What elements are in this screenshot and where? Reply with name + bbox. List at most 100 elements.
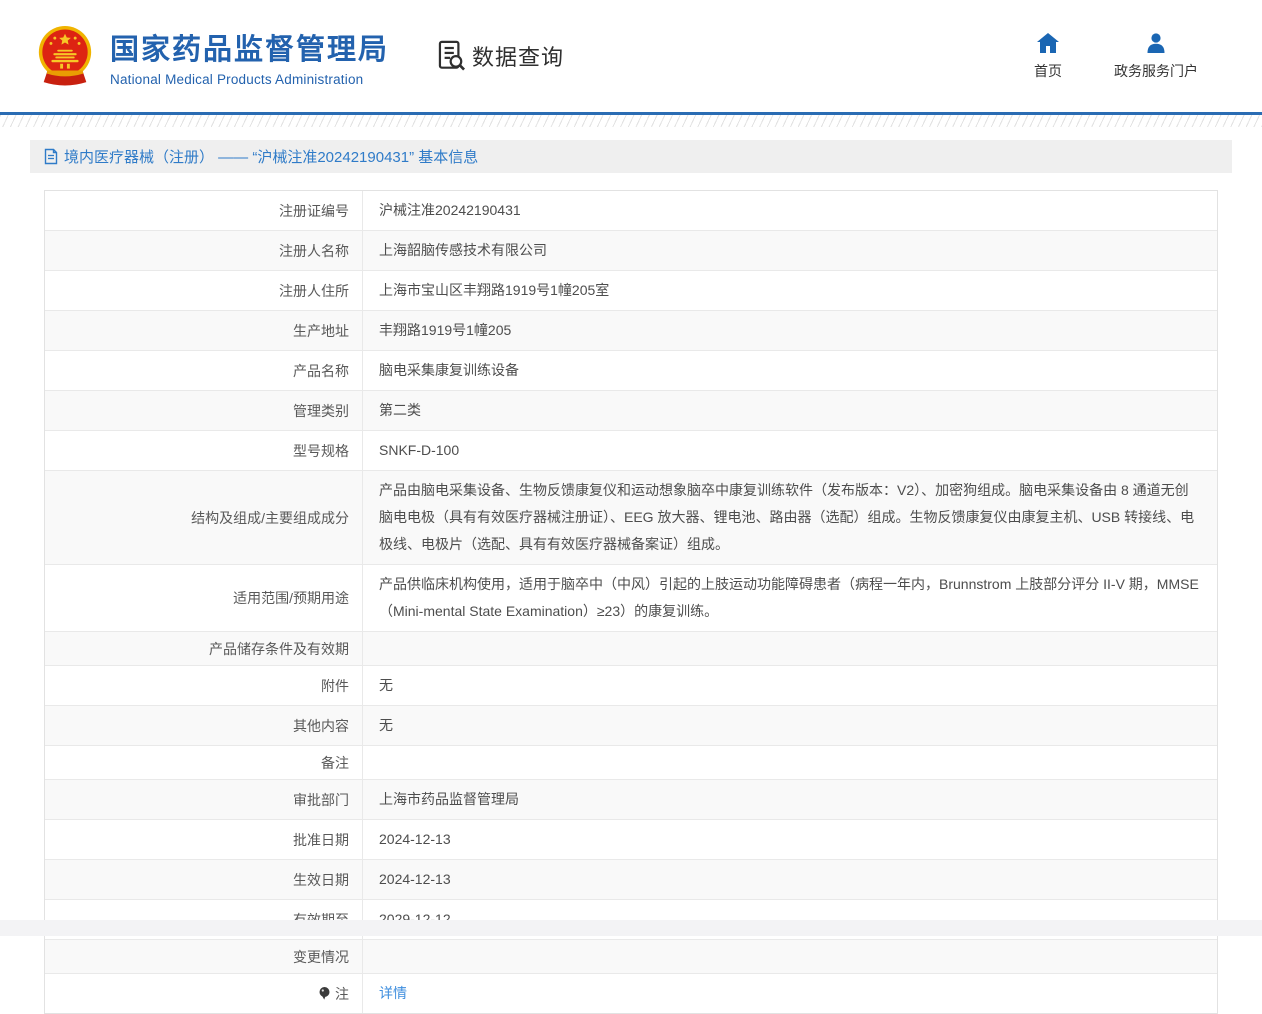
table-row: 批准日期 2024-12-13 (45, 819, 1217, 859)
nav-gov-portal-label: 政务服务门户 (1114, 61, 1198, 81)
detail-link[interactable]: 详情 (379, 980, 407, 1007)
table-row: 注册人名称 上海韶脑传感技术有限公司 (45, 230, 1217, 270)
data-query-label: 数据查询 (472, 40, 564, 72)
row-label-text: 管理类别 (293, 401, 349, 421)
user-icon (1145, 32, 1167, 54)
row-value-text: 产品由脑电采集设备、生物反馈康复仪和运动想象脑卒中康复训练软件（发布版本：V2）… (379, 477, 1201, 558)
row-label-text: 批准日期 (293, 830, 349, 850)
table-row: 产品名称 脑电采集康复训练设备 (45, 350, 1217, 390)
row-label-text: 结构及组成/主要组成成分 (191, 508, 349, 528)
row-label-text: 附件 (321, 676, 349, 696)
registration-info-table: 注册证编号沪械注准20242190431注册人名称上海韶脑传感技术有限公司注册人… (44, 190, 1218, 1014)
table-row: 型号规格 SNKF-D-100 (45, 430, 1217, 470)
row-value-text: 沪械注准20242190431 (379, 197, 521, 224)
table-row: 其他内容 无 (45, 705, 1217, 745)
row-value: 上海市宝山区丰翔路1919号1幢205室 (363, 271, 1217, 310)
row-value-text: 产品供临床机构使用，适用于脑卒中（中风）引起的上肢运动功能障碍患者（病程一年内，… (379, 571, 1201, 625)
table-row: 审批部门 上海市药品监督管理局 (45, 779, 1217, 819)
table-row: 注册人住所 上海市宝山区丰翔路1919号1幢205室 (45, 270, 1217, 310)
row-label: 注 (45, 974, 363, 1013)
row-value: 无 (363, 666, 1217, 705)
row-value: 详情 (363, 974, 1217, 1013)
row-value: 无 (363, 706, 1217, 745)
row-label: 变更情况 (45, 940, 363, 973)
row-label: 管理类别 (45, 391, 363, 430)
row-value: SNKF-D-100 (363, 431, 1217, 470)
row-value: 第二类 (363, 391, 1217, 430)
row-label-text: 型号规格 (293, 441, 349, 461)
row-value-text: 上海韶脑传感技术有限公司 (379, 237, 547, 264)
nav-home[interactable]: 首页 (1034, 32, 1062, 81)
row-value: 丰翔路1919号1幢205 (363, 311, 1217, 350)
row-label-text: 产品储存条件及有效期 (209, 639, 349, 659)
row-label: 注册证编号 (45, 191, 363, 230)
row-label: 审批部门 (45, 780, 363, 819)
row-label: 注册人名称 (45, 231, 363, 270)
row-label-text: 备注 (321, 753, 349, 773)
row-label-text: 其他内容 (293, 716, 349, 736)
table-row: 生产地址丰翔路1919号1幢205 (45, 310, 1217, 350)
table-row: 备注 (45, 745, 1217, 779)
table-row: 注 详情 (45, 973, 1217, 1013)
table-row: 结构及组成/主要组成成分 产品由脑电采集设备、生物反馈康复仪和运动想象脑卒中康复训… (45, 470, 1217, 564)
row-label-text: 生效日期 (293, 870, 349, 890)
row-value: 2024-12-13 (363, 860, 1217, 899)
row-value (363, 746, 1217, 779)
table-row: 管理类别 第二类 (45, 390, 1217, 430)
home-icon (1036, 32, 1060, 54)
row-value (363, 632, 1217, 665)
row-label: 型号规格 (45, 431, 363, 470)
org-name-cn: 国家药品监督管理局 (110, 26, 389, 68)
row-value: 脑电采集康复训练设备 (363, 351, 1217, 390)
row-value-text: 无 (379, 712, 393, 739)
row-label: 附件 (45, 666, 363, 705)
row-label-text: 变更情况 (293, 947, 349, 967)
row-value: 上海市药品监督管理局 (363, 780, 1217, 819)
row-value-text: 丰翔路1919号1幢205 (379, 317, 511, 344)
table-row: 产品储存条件及有效期 (45, 631, 1217, 665)
row-value: 产品供临床机构使用，适用于脑卒中（中风）引起的上肢运动功能障碍患者（病程一年内，… (363, 565, 1217, 631)
row-value-text: 脑电采集康复训练设备 (379, 357, 519, 384)
row-label: 产品储存条件及有效期 (45, 632, 363, 665)
table-row: 变更情况 (45, 939, 1217, 973)
row-label: 生效日期 (45, 860, 363, 899)
row-label-text: 注册证编号 (279, 201, 349, 221)
nav-gov-portal[interactable]: 政务服务门户 (1114, 32, 1198, 81)
row-value: 沪械注准20242190431 (363, 191, 1217, 230)
table-row: 注册证编号 沪械注准20242190431 (45, 191, 1217, 230)
row-label: 批准日期 (45, 820, 363, 859)
row-value-text: 2024-12-13 (379, 826, 451, 853)
row-label: 适用范围/预期用途 (45, 565, 363, 631)
nav-home-label: 首页 (1034, 61, 1062, 81)
document-search-icon (437, 40, 467, 72)
header-hatch-band (0, 115, 1262, 127)
row-label-text: 审批部门 (293, 790, 349, 810)
row-label-text: 产品名称 (293, 361, 349, 381)
breadcrumb: 境内医疗器械（注册） —— “沪械注准20242190431” 基本信息 (30, 140, 1232, 173)
brand-block: 国家药品监督管理局 National Medical Products Admi… (110, 26, 389, 87)
row-label: 其他内容 (45, 706, 363, 745)
row-value-text: SNKF-D-100 (379, 437, 459, 464)
row-value: 产品由脑电采集设备、生物反馈康复仪和运动想象脑卒中康复训练软件（发布版本：V2）… (363, 471, 1217, 564)
table-row: 附件 无 (45, 665, 1217, 705)
row-label-text: 注册人名称 (279, 241, 349, 261)
note-balloon-icon (318, 986, 331, 1001)
page-header: 国家药品监督管理局 National Medical Products Admi… (0, 0, 1262, 112)
row-value-text: 无 (379, 672, 393, 699)
row-value-text: 2024-12-13 (379, 866, 451, 893)
row-label-text: 注册人住所 (279, 281, 349, 301)
row-value: 上海韶脑传感技术有限公司 (363, 231, 1217, 270)
row-label: 生产地址 (45, 311, 363, 350)
page-title: 境内医疗器械（注册） —— “沪械注准20242190431” 基本信息 (64, 146, 478, 167)
nmpa-emblem-logo (34, 24, 96, 88)
row-value-text: 上海市药品监督管理局 (379, 786, 519, 813)
row-label-text: 注 (335, 984, 349, 1004)
row-value-text: 上海市宝山区丰翔路1919号1幢205室 (379, 277, 609, 304)
main-content: 境内医疗器械（注册） —— “沪械注准20242190431” 基本信息 注册证… (30, 140, 1232, 1014)
row-label: 注册人住所 (45, 271, 363, 310)
row-label-text: 适用范围/预期用途 (233, 588, 349, 608)
file-icon (44, 148, 58, 165)
data-query-heading: 数据查询 (437, 40, 564, 72)
row-label: 备注 (45, 746, 363, 779)
row-value-text: 第二类 (379, 397, 421, 424)
